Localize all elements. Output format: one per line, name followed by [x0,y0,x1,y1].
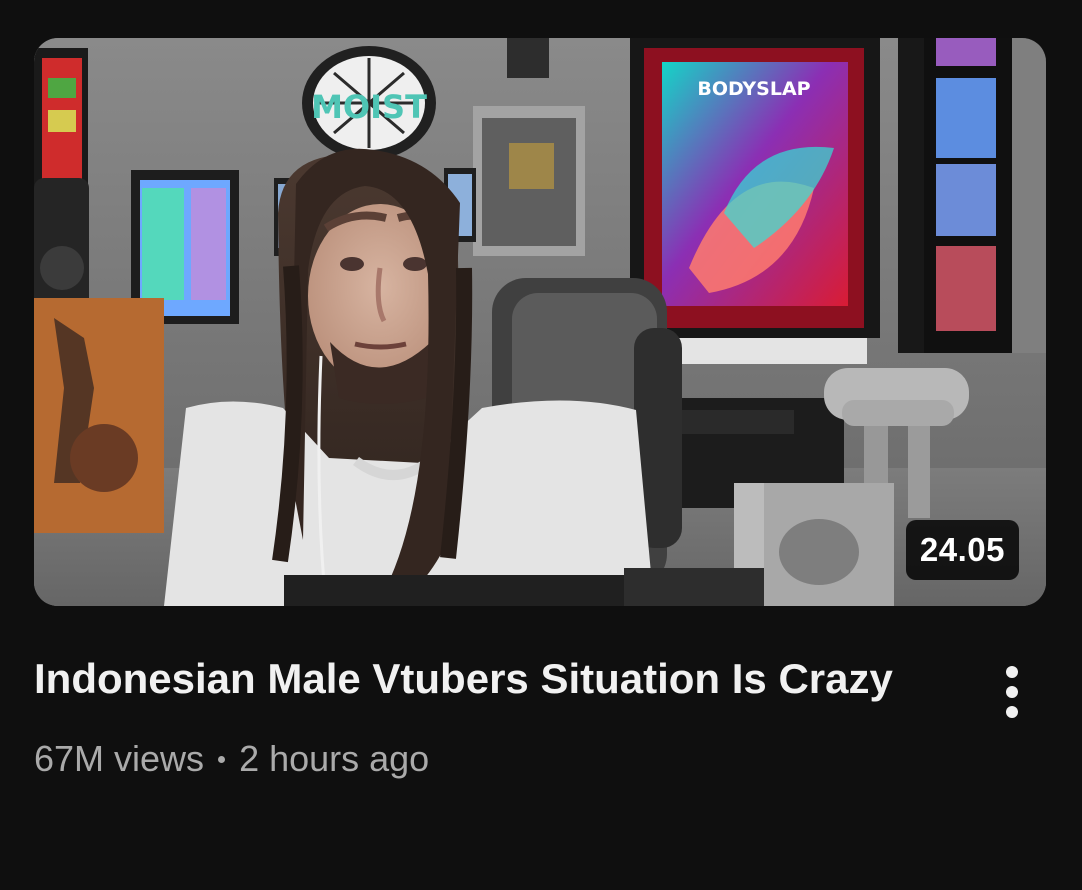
poster-text: BODYSLAP [697,78,810,100]
upload-time: 2 hours ago [239,738,430,779]
more-vert-icon [1006,686,1018,698]
video-meta: Indonesian Male Vtubers Situation Is Cra… [34,648,974,780]
video-thumbnail[interactable]: MOIST BODYSLAP 24.05 [34,38,1046,606]
video-title[interactable]: Indonesian Male Vtubers Situation Is Cra… [34,648,974,710]
stats-separator-dot [218,755,226,763]
thumbnail-image: MOIST BODYSLAP [34,38,1046,606]
moist-sign-text: MOIST [311,88,427,126]
more-vert-icon [1006,706,1018,718]
view-count: 67M views [34,738,205,779]
duration-badge: 24.05 [905,520,1019,580]
video-stats: 67M views 2 hours ago [34,738,974,780]
more-options-button[interactable] [984,652,1040,732]
more-vert-icon [1006,666,1018,678]
